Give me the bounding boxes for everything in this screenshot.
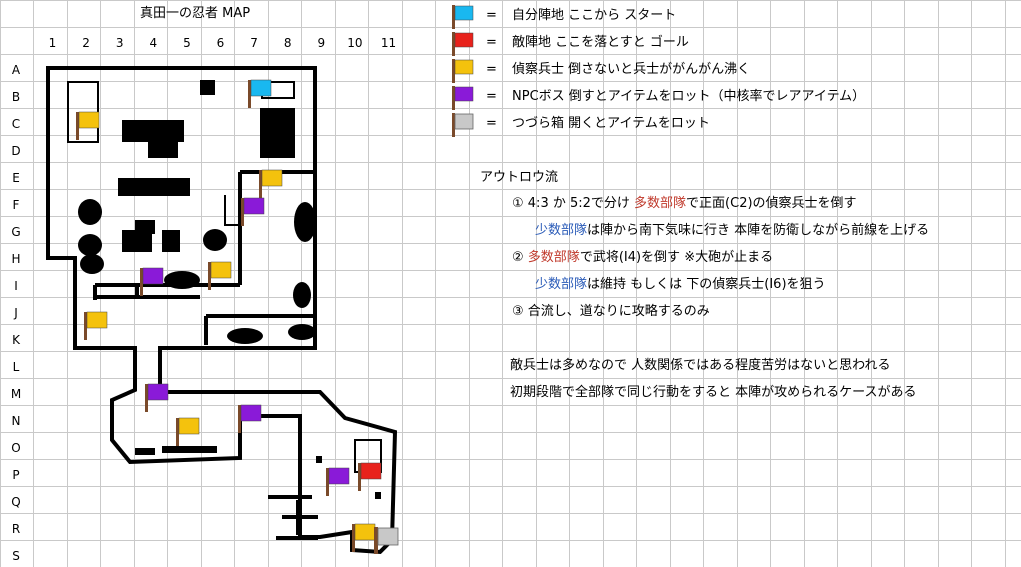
boss-flag-icon bbox=[145, 383, 169, 412]
scout-flag-icon bbox=[452, 59, 474, 83]
enemy-base-flag-icon bbox=[452, 32, 474, 56]
legend-eq: = bbox=[486, 62, 497, 77]
column-header: 1 bbox=[48, 36, 57, 50]
obstacle bbox=[135, 220, 155, 234]
scout-flag-icon bbox=[352, 523, 376, 552]
obstacles bbox=[78, 80, 381, 499]
row-label: A bbox=[11, 63, 21, 77]
note-line: 敵兵士は多めなので 人数関係ではある程度苦労はないと思われる bbox=[510, 358, 891, 373]
strategy-title: アウトロウ流 bbox=[480, 170, 559, 185]
scout-flag-icon bbox=[176, 417, 200, 446]
row-label: K bbox=[12, 333, 20, 347]
bridges bbox=[135, 286, 318, 540]
strategy-text: ② bbox=[512, 250, 528, 265]
wall-segment bbox=[224, 195, 240, 226]
row-label: P bbox=[12, 468, 20, 482]
row-label: G bbox=[11, 225, 21, 239]
obstacle bbox=[294, 202, 316, 242]
obstacle bbox=[148, 136, 178, 158]
boss-flag-icon bbox=[140, 267, 164, 296]
row-label: I bbox=[14, 279, 18, 293]
obstacle bbox=[288, 324, 316, 340]
row-label: C bbox=[11, 117, 21, 131]
obstacle bbox=[260, 108, 295, 158]
dungeon-map bbox=[46, 66, 399, 555]
boss-flag-icon bbox=[326, 467, 350, 496]
legend-scout: 偵察兵士 倒さないと兵士ががんがん沸く bbox=[512, 62, 751, 77]
column-header: 10 bbox=[347, 36, 363, 50]
legend-self-base: 自分陣地 ここから スタート bbox=[512, 8, 677, 23]
obstacle bbox=[375, 492, 381, 499]
obstacle bbox=[78, 234, 102, 256]
emphasis-text: 多数部隊 bbox=[634, 196, 687, 211]
scout-flag-icon bbox=[259, 169, 283, 198]
obstacle bbox=[135, 448, 155, 455]
obstacle bbox=[200, 80, 215, 95]
map-title: 真田一の忍者 MAP bbox=[140, 6, 251, 21]
legend-eq: = bbox=[486, 8, 497, 23]
column-header: 3 bbox=[115, 36, 124, 50]
emphasis-text: 多数部隊 bbox=[527, 250, 580, 265]
legend-enemy-base: 敵陣地 ここを落とすと ゴール bbox=[512, 35, 689, 50]
legend-chest: つづら箱 開くとアイテムをロット bbox=[512, 116, 710, 131]
column-header: 6 bbox=[216, 36, 225, 50]
row-label: H bbox=[11, 252, 21, 266]
strategy-text: ① 4:3 か 5:2で分け bbox=[512, 196, 635, 211]
obstacle bbox=[316, 456, 322, 463]
legend-eq: = bbox=[486, 116, 497, 131]
strategy-step-1: ① 4:3 か 5:2で分け 多数部隊で正面(C2)の偵察兵士を倒す bbox=[512, 196, 857, 212]
row-label: J bbox=[14, 306, 18, 320]
obstacle bbox=[80, 254, 104, 274]
note-line: 初期段階で全部隊で同じ行動をすると 本陣が攻められるケースがある bbox=[510, 385, 917, 400]
strategy-text: は陣から南下気味に行き 本陣を防衛しながら前線を上げる bbox=[587, 223, 930, 238]
column-header: 9 bbox=[317, 36, 326, 50]
obstacle bbox=[78, 199, 102, 225]
obstacle bbox=[164, 271, 200, 289]
row-label: S bbox=[12, 549, 20, 563]
column-header: 2 bbox=[82, 36, 90, 50]
scout-flag-icon bbox=[76, 111, 100, 140]
row-label: M bbox=[10, 387, 22, 401]
chest-box-icon bbox=[374, 527, 399, 554]
row-label: D bbox=[11, 144, 21, 158]
boss-flag-icon bbox=[452, 86, 474, 110]
obstacle bbox=[293, 282, 311, 308]
obstacle bbox=[118, 178, 190, 196]
column-header: 7 bbox=[250, 36, 258, 50]
strategy-step-2: ② 多数部隊で武将(I4)を倒す ※大砲が止まる bbox=[512, 250, 773, 266]
column-header: 8 bbox=[283, 36, 292, 50]
legend-eq: = bbox=[486, 89, 497, 104]
column-header: 5 bbox=[183, 36, 191, 50]
row-label: B bbox=[11, 90, 21, 104]
self-base-flag-icon bbox=[248, 79, 272, 108]
enemy-base-flag-icon bbox=[358, 462, 382, 491]
legend-boss: NPCボス 倒すとアイテムをロット（中核率でレアアイテム） bbox=[512, 89, 866, 104]
strategy-step-3: ③ 合流し、道なりに攻略するのみ bbox=[512, 304, 710, 319]
obstacle bbox=[162, 446, 217, 453]
obstacle bbox=[162, 230, 180, 252]
strategy-text: で正面(C2)の偵察兵士を倒す bbox=[686, 196, 857, 211]
row-label: N bbox=[11, 414, 21, 428]
row-label: F bbox=[12, 198, 20, 212]
strategy-text: で武将(I4)を倒す ※大砲が止まる bbox=[579, 250, 774, 265]
boss-flag-icon bbox=[241, 197, 265, 226]
legend-eq: = bbox=[486, 35, 497, 50]
column-header: 11 bbox=[380, 36, 397, 50]
emphasis-text: 少数部隊 bbox=[535, 223, 588, 238]
obstacle bbox=[203, 229, 227, 251]
strategy-text: は維持 もしくは 下の偵察兵士(I6)を狙う bbox=[587, 277, 826, 292]
row-label: Q bbox=[11, 495, 21, 509]
emphasis-text: 少数部隊 bbox=[535, 277, 588, 292]
strategy-step-1-sub: 少数部隊は陣から南下気味に行き 本陣を防衛しながら前線を上げる bbox=[535, 223, 929, 239]
row-label: E bbox=[12, 171, 20, 185]
obstacle bbox=[227, 328, 263, 344]
row-label: L bbox=[12, 360, 20, 374]
scout-flag-icon bbox=[84, 311, 108, 340]
self-base-flag-icon bbox=[452, 5, 474, 29]
strategy-step-2-sub: 少数部隊は維持 もしくは 下の偵察兵士(I6)を狙う bbox=[535, 277, 826, 293]
column-header: 4 bbox=[149, 36, 158, 50]
chest-box-icon bbox=[452, 113, 474, 137]
row-label: O bbox=[11, 441, 21, 455]
row-label: R bbox=[11, 522, 21, 536]
